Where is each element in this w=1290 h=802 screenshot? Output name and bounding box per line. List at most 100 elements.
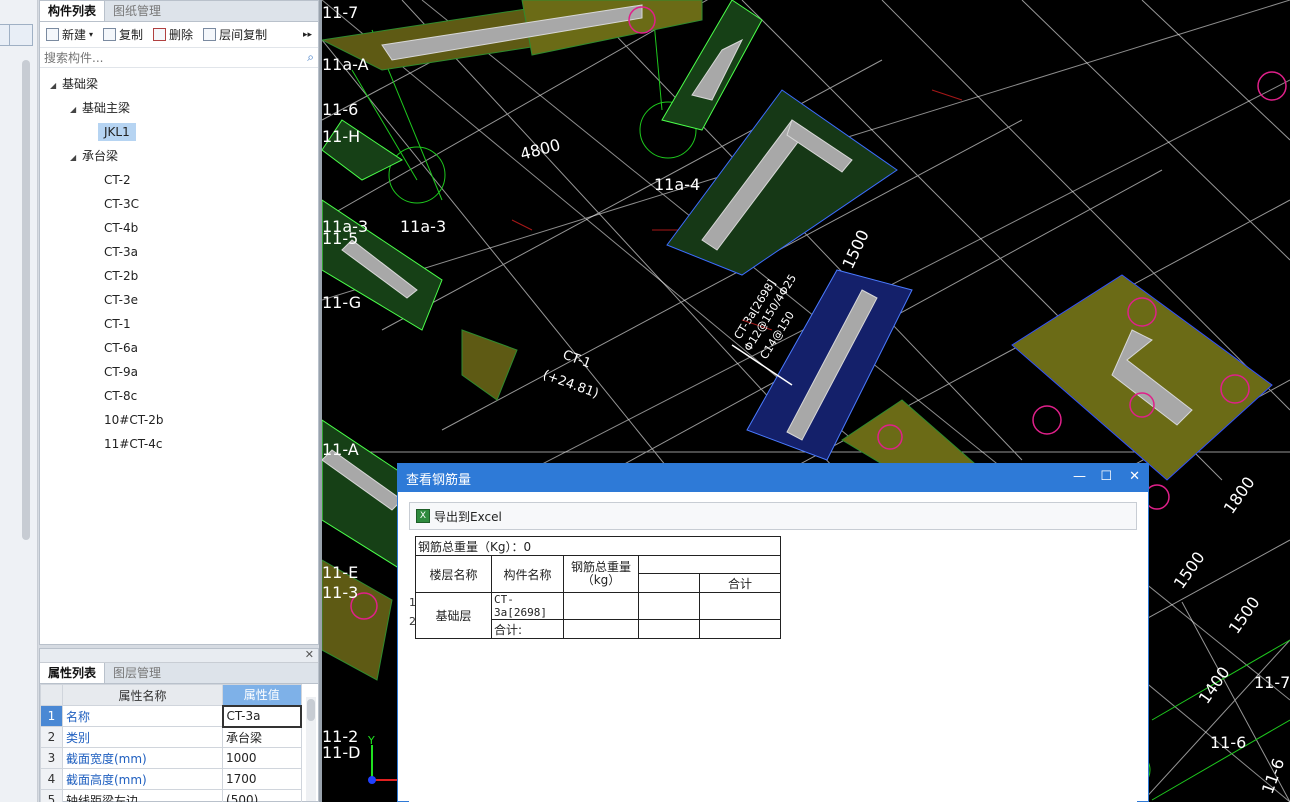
property-row[interactable]: 5 轴线距梁左边 (500): [40, 789, 302, 802]
grid-label: 11-7: [1254, 673, 1290, 692]
expand-icon[interactable]: ◢: [70, 146, 82, 170]
dialog-toolbar: X 导出到Excel: [409, 502, 1137, 530]
tree-item[interactable]: CT-3e: [40, 288, 318, 312]
property-row[interactable]: 3 截面宽度(mm) 1000: [40, 747, 302, 769]
strip-scrollbar[interactable]: [22, 60, 30, 540]
blank-header: [638, 573, 700, 593]
component-toolbar: 新建 ▾ 复制 删除 层间复制 ▸▸: [40, 22, 318, 48]
cad-annotation: (+24.81): [541, 368, 601, 402]
sum-header: 合计: [699, 573, 781, 593]
component-tabs: 构件列表 图纸管理: [40, 1, 318, 22]
tab-property-list[interactable]: 属性列表: [40, 663, 106, 683]
property-tabs: 属性列表 图层管理: [40, 663, 318, 684]
grid-label: 11a-A: [322, 55, 369, 74]
weight-header: 钢筋总重量 （kg）: [563, 555, 639, 593]
search-input[interactable]: [44, 50, 308, 65]
maximize-icon[interactable]: ☐: [1100, 469, 1112, 484]
property-panel: ✕ 属性列表 图层管理 属性名称 属性值 1 名称 CT-3a 2 类别 承台梁: [39, 648, 319, 802]
rebar-quantity-dialog: 查看钢筋量 — ☐ ✕ X 导出到Excel 1 2 钢筋总重量（Kg）：0 楼…: [397, 463, 1149, 802]
tree-item[interactable]: CT-8c: [40, 384, 318, 408]
new-icon: [46, 28, 59, 41]
expand-icon[interactable]: ◢: [50, 74, 62, 98]
tab-layer-management[interactable]: 图层管理: [105, 663, 169, 683]
component-cell: CT-3a[2698]: [491, 592, 564, 620]
delete-icon: [153, 28, 167, 41]
grid-label: 11a-4: [654, 175, 700, 194]
prop-name-header: 属性名称: [61, 684, 224, 706]
property-row[interactable]: 2 类别 承台梁: [40, 726, 302, 748]
close-icon[interactable]: ✕: [1129, 469, 1140, 484]
dimension-label: 1500: [838, 227, 872, 272]
property-row[interactable]: 4 截面高度(mm) 1700: [40, 768, 302, 790]
tree-item[interactable]: CT-4b: [40, 216, 318, 240]
tree-item[interactable]: 10#CT-2b: [40, 408, 318, 432]
strip-button-2[interactable]: [9, 24, 33, 46]
grid-label: 11-5: [322, 229, 358, 248]
property-value[interactable]: (500): [222, 789, 302, 802]
property-value[interactable]: 1700: [222, 768, 302, 790]
dimension-label: 1800: [1220, 473, 1259, 517]
rebar-table-area: 1 2 钢筋总重量（Kg）：0 楼层名称 构件名称 钢筋总重量 （kg） 合计 …: [409, 536, 1137, 802]
floor-copy-icon: [203, 28, 217, 41]
tree-item[interactable]: CT-3C: [40, 192, 318, 216]
tree-root[interactable]: ◢ 基础梁: [40, 72, 318, 96]
group-header: [638, 555, 781, 574]
property-value[interactable]: 1000: [222, 747, 302, 769]
tree-item[interactable]: CT-1: [40, 312, 318, 336]
export-excel-button[interactable]: 导出到Excel: [434, 508, 502, 525]
floor-header: 楼层名称: [415, 555, 492, 593]
tree-item[interactable]: JKL1: [40, 120, 318, 144]
tree-item[interactable]: CT-2b: [40, 264, 318, 288]
grid-label: 11-6: [322, 100, 358, 119]
toolbar-overflow-icon[interactable]: ▸▸: [303, 30, 312, 40]
property-scrollbar[interactable]: [306, 697, 316, 801]
grid-label: 11-D: [322, 743, 360, 762]
left-toolbar-strip: [0, 0, 38, 802]
dimension-label: 1500: [1225, 593, 1264, 637]
property-row[interactable]: 1 名称 CT-3a: [40, 704, 303, 728]
component-tree: ◢ 基础梁 ◢ 基础主梁 JKL1 ◢ 承台梁 CT-2 CT-3C CT-4b CT…: [40, 68, 318, 456]
prop-value-header: 属性值: [222, 684, 302, 706]
close-icon[interactable]: ✕: [305, 648, 314, 661]
tree-group[interactable]: ◢ 基础主梁: [40, 96, 318, 120]
dialog-title-bar[interactable]: 查看钢筋量: [398, 464, 1148, 492]
grid-label: 11-E: [322, 563, 358, 582]
grid-label: 11a-3: [400, 217, 446, 236]
new-button[interactable]: 新建 ▾: [46, 26, 93, 43]
grid-label: 11-A: [322, 440, 359, 459]
excel-icon: X: [416, 509, 430, 523]
app-window: 构件列表 图纸管理 新建▾ 复制 删除 层间复制 ▸▸ ⌕ ◢基础梁 ◢基础主梁…: [0, 0, 1290, 802]
tab-component-list[interactable]: 构件列表: [40, 1, 106, 21]
component-cell: 合计:: [491, 619, 564, 639]
delete-button[interactable]: 删除: [153, 26, 193, 43]
floor-copy-button[interactable]: 层间复制: [203, 26, 267, 43]
search-icon[interactable]: ⌕: [307, 50, 314, 65]
cad-annotation: CT-1: [561, 348, 593, 372]
tab-drawing-management[interactable]: 图纸管理: [105, 1, 169, 21]
property-panel-header: ✕: [40, 648, 318, 663]
component-header: 构件名称: [491, 555, 564, 593]
property-value[interactable]: CT-3a: [221, 704, 303, 728]
minimize-icon[interactable]: —: [1073, 469, 1086, 484]
floor-cell: 基础层: [415, 592, 492, 639]
dimension-label: 1400: [1195, 663, 1234, 707]
tree-item[interactable]: 11#CT-4c: [40, 432, 318, 456]
component-list-panel: 构件列表 图纸管理 新建▾ 复制 删除 层间复制 ▸▸ ⌕ ◢基础梁 ◢基础主梁…: [39, 0, 319, 645]
grid-label: 11-G: [322, 293, 361, 312]
prop-corner: [40, 684, 63, 706]
dialog-title: 查看钢筋量: [406, 472, 472, 488]
dimension-label: 1500: [1170, 548, 1209, 592]
table-row[interactable]: 基础层 CT-3a[2698]: [415, 592, 781, 639]
tree-item[interactable]: CT-6a: [40, 336, 318, 360]
tree-item[interactable]: CT-3a: [40, 240, 318, 264]
tree-item[interactable]: CT-2: [40, 168, 318, 192]
property-value[interactable]: 承台梁: [222, 726, 302, 748]
tree-item[interactable]: CT-9a: [40, 360, 318, 384]
expand-icon[interactable]: ◢: [70, 98, 82, 122]
tree-group[interactable]: ◢ 承台梁: [40, 144, 318, 168]
total-weight-caption: 钢筋总重量（Kg）：0: [415, 536, 781, 556]
property-table: 属性名称 属性值 1 名称 CT-3a 2 类别 承台梁 3 截面宽度(mm) …: [40, 684, 303, 802]
copy-button[interactable]: 复制: [103, 26, 143, 43]
component-search: ⌕: [40, 48, 318, 68]
y-axis-icon: Y: [367, 734, 375, 747]
